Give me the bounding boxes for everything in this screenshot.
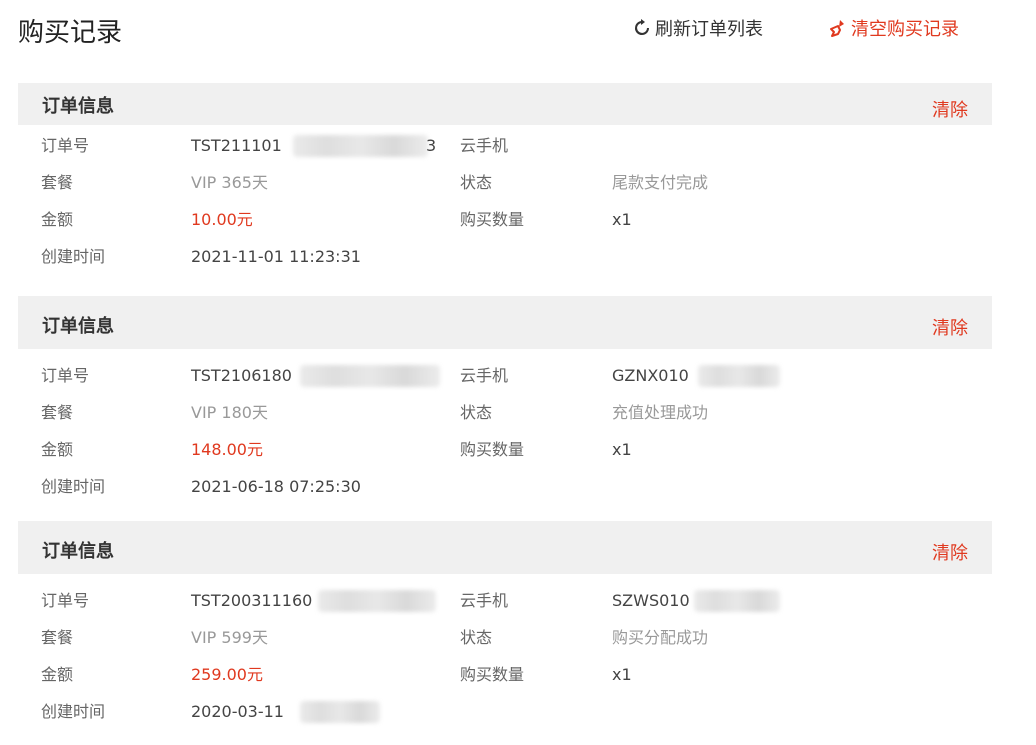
order-section-title: 订单信息 — [42, 316, 114, 337]
order-section-title: 订单信息 — [42, 541, 114, 562]
created-at-label: 创建时间 — [41, 247, 106, 266]
redacted-blur — [300, 365, 440, 387]
amount-value: 10.00元 — [191, 210, 253, 229]
quantity-value: x1 — [612, 440, 632, 459]
status-value: 尾款支付完成 — [612, 173, 709, 192]
order-no-label: 订单号 — [41, 591, 90, 610]
order-details: 订单号 TST211101 3 云手机 套餐 VIP 365天 状态 尾款支付完… — [18, 125, 992, 275]
delete-order-button[interactable]: 清除 — [932, 96, 968, 122]
redacted-blur — [694, 590, 780, 612]
status-label: 状态 — [460, 173, 493, 192]
order-no-label: 订单号 — [41, 136, 90, 155]
order-header: 订单信息 清除 — [18, 296, 992, 349]
package-label: 套餐 — [41, 628, 74, 647]
cloud-phone-label: 云手机 — [460, 366, 509, 385]
page-title: 购买记录 — [18, 18, 123, 48]
cloud-phone-value: GZNX010 — [612, 366, 689, 385]
quantity-label: 购买数量 — [460, 665, 525, 684]
created-at-label: 创建时间 — [41, 702, 106, 721]
order-card: 订单信息 清除 订单号 TST2106180 云手机 GZNX010 套餐 VI… — [18, 296, 992, 499]
status-value: 购买分配成功 — [612, 628, 709, 647]
order-details: 订单号 TST2106180 云手机 GZNX010 套餐 VIP 180天 状… — [18, 349, 992, 499]
broom-icon — [828, 18, 848, 38]
order-no-label: 订单号 — [41, 366, 90, 385]
status-label: 状态 — [460, 628, 493, 647]
clear-all-label: 清空购买记录 — [851, 19, 959, 40]
redacted-blur — [698, 365, 780, 387]
amount-label: 金额 — [41, 665, 74, 684]
order-card: 订单信息 清除 订单号 TST200311160 云手机 SZWS010 套餐 … — [18, 521, 992, 724]
created-at-value: 2021-11-01 11:23:31 — [191, 247, 361, 266]
refresh-icon — [632, 18, 652, 38]
order-header: 订单信息 清除 — [18, 83, 992, 125]
cloud-phone-label: 云手机 — [460, 136, 509, 155]
order-header: 订单信息 清除 — [18, 521, 992, 574]
quantity-label: 购买数量 — [460, 440, 525, 459]
cloud-phone-value: SZWS010 — [612, 591, 690, 610]
amount-label: 金额 — [41, 440, 74, 459]
order-no-value: TST200311160 — [191, 591, 313, 610]
quantity-label: 购买数量 — [460, 210, 525, 229]
quantity-value: x1 — [612, 665, 632, 684]
created-at-value: 2020-03-11 — [191, 702, 284, 721]
amount-value: 259.00元 — [191, 665, 263, 684]
package-value: VIP 180天 — [191, 403, 268, 422]
order-section-title: 订单信息 — [42, 96, 114, 117]
package-label: 套餐 — [41, 173, 74, 192]
status-value: 充值处理成功 — [612, 403, 709, 422]
package-value: VIP 599天 — [191, 628, 268, 647]
package-label: 套餐 — [41, 403, 74, 422]
order-no-value: TST211101 — [191, 136, 282, 155]
clear-purchase-records-button[interactable]: 清空购买记录 — [828, 15, 959, 41]
redacted-blur — [318, 590, 436, 612]
order-details: 订单号 TST200311160 云手机 SZWS010 套餐 VIP 599天… — [18, 574, 992, 724]
amount-label: 金额 — [41, 210, 74, 229]
quantity-value: x1 — [612, 210, 632, 229]
package-value: VIP 365天 — [191, 173, 268, 192]
delete-order-button[interactable]: 清除 — [932, 314, 968, 340]
cloud-phone-label: 云手机 — [460, 591, 509, 610]
status-label: 状态 — [460, 403, 493, 422]
delete-order-button[interactable]: 清除 — [932, 539, 968, 565]
created-at-label: 创建时间 — [41, 477, 106, 496]
order-no-tail: 3 — [426, 136, 437, 155]
refresh-order-list-button[interactable]: 刷新订单列表 — [632, 15, 763, 41]
redacted-blur — [293, 135, 428, 157]
amount-value: 148.00元 — [191, 440, 263, 459]
redacted-blur — [300, 701, 380, 723]
order-card: 订单信息 清除 订单号 TST211101 3 云手机 套餐 VIP 365天 … — [18, 83, 992, 275]
refresh-label: 刷新订单列表 — [655, 19, 763, 40]
order-no-value: TST2106180 — [191, 366, 292, 385]
created-at-value: 2021-06-18 07:25:30 — [191, 477, 361, 496]
